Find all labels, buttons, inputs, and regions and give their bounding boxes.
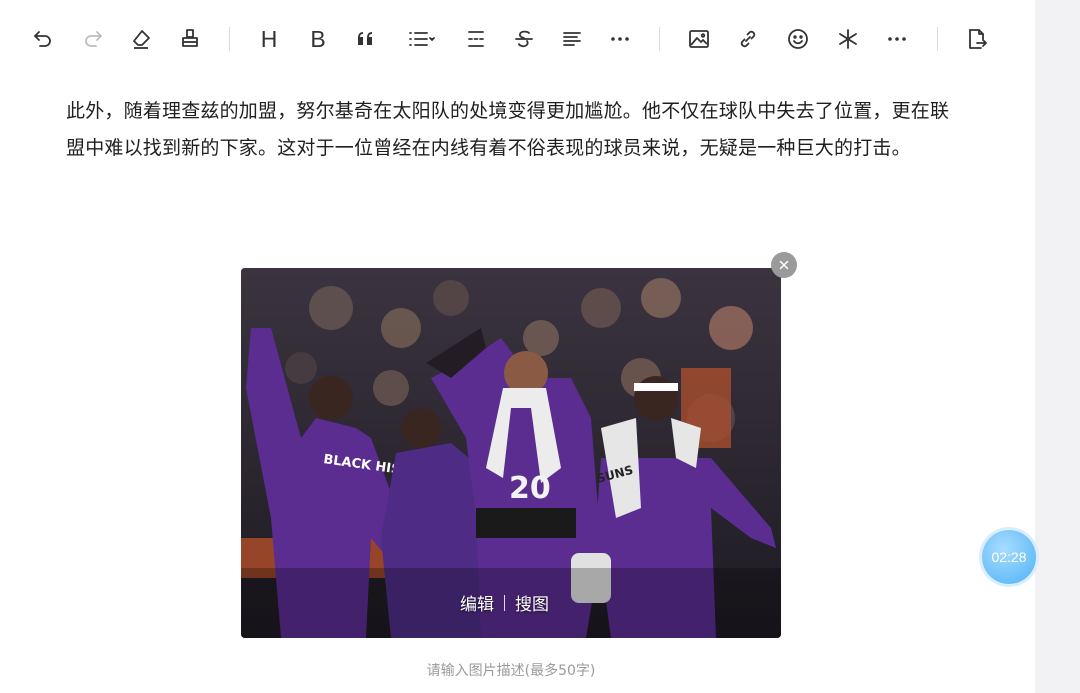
more-insert-icon[interactable] [880, 22, 914, 56]
eraser-icon[interactable] [124, 22, 158, 56]
jersey-number: 20 [509, 471, 551, 506]
strikethrough-icon[interactable] [507, 22, 541, 56]
sparkle-icon[interactable] [831, 22, 865, 56]
redo-icon[interactable] [76, 22, 110, 56]
article-image[interactable]: BLACK HISTORY BLACK VOICES 20 SUNS [241, 268, 781, 638]
basketball-bench-photo: BLACK HISTORY BLACK VOICES 20 SUNS [241, 268, 781, 638]
toolbar-separator [659, 27, 660, 51]
link-icon[interactable] [731, 22, 765, 56]
align-icon[interactable] [555, 22, 589, 56]
editor-toolbar: H B [0, 0, 1035, 78]
image-caption-input[interactable]: 请输入图片描述(最多50字) [241, 660, 781, 680]
export-document-icon[interactable] [960, 22, 994, 56]
edit-image-button[interactable]: 编辑 [460, 590, 494, 615]
image-action-bar: 编辑 搜图 [241, 590, 841, 615]
close-icon [779, 260, 789, 270]
quote-icon[interactable] [349, 22, 383, 56]
emoji-icon[interactable] [781, 22, 815, 56]
search-image-button[interactable]: 搜图 [515, 590, 549, 615]
right-gutter [1035, 0, 1080, 693]
heading-button[interactable]: H [252, 22, 286, 56]
list-dropdown-icon[interactable] [402, 22, 442, 56]
more-format-icon[interactable] [603, 22, 637, 56]
bold-button[interactable]: B [301, 22, 335, 56]
timer-badge[interactable]: 02:28 [982, 530, 1036, 584]
divider-icon[interactable] [459, 22, 493, 56]
article-paragraph[interactable]: 此外，随着理查兹的加盟，努尔基奇在太阳队的处境变得更加尴尬。他不仅在球队中失去了… [66, 93, 966, 167]
toolbar-separator [229, 27, 230, 51]
remove-image-button[interactable] [771, 252, 797, 278]
action-separator [504, 594, 505, 611]
image-icon[interactable] [682, 22, 716, 56]
undo-icon[interactable] [26, 22, 60, 56]
format-painter-icon[interactable] [173, 22, 207, 56]
toolbar-separator [937, 27, 938, 51]
